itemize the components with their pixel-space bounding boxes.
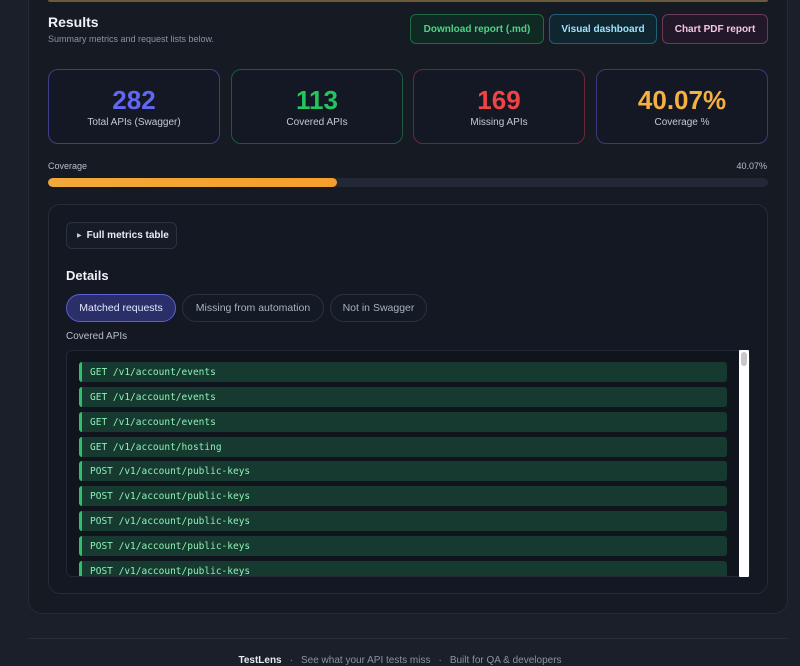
- footer: TestLens · See what your API tests miss · Bu…: [0, 655, 800, 666]
- scrollbar-thumb[interactable]: [741, 352, 747, 366]
- coverage-progress-bar: [48, 178, 768, 187]
- list-item: POST /v1/account/public-keys: [79, 486, 727, 506]
- list-item: GET /v1/account/events: [79, 412, 727, 432]
- list-item: POST /v1/account/public-keys: [79, 511, 727, 531]
- list-item: GET /v1/account/events: [79, 387, 727, 407]
- stat-card-missing-apis: 169 Missing APIs: [413, 69, 585, 144]
- chart-pdf-report-button[interactable]: Chart PDF report: [662, 14, 768, 44]
- full-metrics-table-toggle[interactable]: ▶ Full metrics table: [66, 222, 177, 249]
- coverage-label: Coverage: [48, 161, 88, 171]
- tab-missing-from-automation[interactable]: Missing from automation: [182, 294, 324, 322]
- full-metrics-table-label: Full metrics table: [86, 230, 169, 241]
- list-scrollbar[interactable]: [739, 350, 749, 577]
- footer-note: Built for QA & developers: [449, 655, 562, 666]
- stat-label: Missing APIs: [470, 117, 528, 128]
- page-background: [0, 0, 28, 662]
- results-title: Results: [48, 14, 99, 30]
- footer-tagline: See what your API tests miss: [300, 655, 431, 666]
- list-item: POST /v1/account/public-keys: [79, 536, 727, 556]
- stat-label: Coverage %: [654, 117, 710, 128]
- stat-label: Total APIs (Swagger): [87, 117, 181, 128]
- stat-value: 113: [296, 85, 338, 115]
- results-subtitle: Summary metrics and request lists below.: [48, 34, 215, 44]
- stat-label: Covered APIs: [286, 117, 348, 128]
- list-item: GET /v1/account/events: [79, 362, 727, 382]
- footer-separator: ·: [438, 655, 442, 666]
- top-accent-bar: [48, 0, 768, 2]
- covered-apis-label: Covered APIs: [66, 331, 128, 342]
- list-item: GET /v1/account/hosting: [79, 437, 727, 457]
- visual-dashboard-button[interactable]: Visual dashboard: [549, 14, 657, 44]
- coverage-progress-fill: [48, 178, 337, 187]
- tab-matched-requests[interactable]: Matched requests: [66, 294, 176, 322]
- stat-card-coverage: 40.07% Coverage %: [596, 69, 768, 144]
- coverage-percent: 40.07%: [736, 161, 767, 171]
- stat-value: 282: [112, 85, 156, 115]
- covered-apis-list[interactable]: GET /v1/account/events GET /v1/account/e…: [66, 350, 750, 577]
- list-item: POST /v1/account/public-keys: [79, 561, 727, 576]
- tab-not-in-swagger[interactable]: Not in Swagger: [330, 294, 427, 322]
- footer-separator: ·: [289, 655, 293, 666]
- stat-card-total-apis: 282 Total APIs (Swagger): [48, 69, 220, 144]
- triangle-right-icon: ▶: [77, 233, 82, 239]
- stat-value: 40.07%: [637, 85, 727, 115]
- footer-divider: [28, 638, 788, 639]
- stat-card-covered-apis: 113 Covered APIs: [231, 69, 403, 144]
- details-title: Details: [66, 268, 109, 283]
- download-report-button[interactable]: Download report (.md): [410, 14, 544, 44]
- footer-brand: TestLens: [238, 655, 282, 666]
- stat-value: 169: [477, 85, 521, 115]
- list-item: POST /v1/account/public-keys: [79, 461, 727, 481]
